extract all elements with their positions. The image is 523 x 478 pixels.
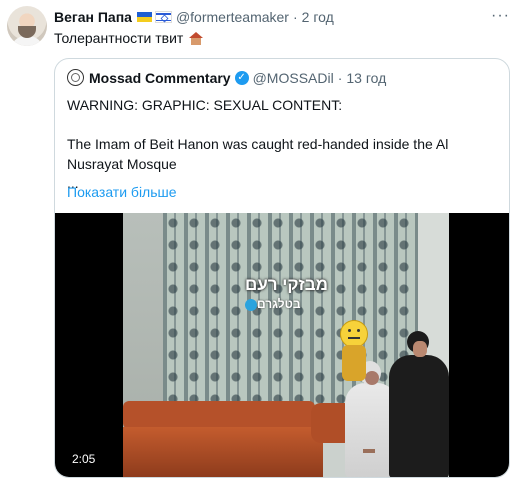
tweet-time[interactable]: 2 год [302, 9, 334, 25]
author-avatar[interactable] [7, 6, 47, 46]
quoted-line: WARNING: GRAPHIC: SEXUAL CONTENT: [67, 97, 343, 113]
separator: · [292, 9, 298, 25]
more-options-icon[interactable]: ··· [491, 7, 510, 25]
scene-sofa-seat [123, 427, 323, 477]
quoted-tweet-text: WARNING: GRAPHIC: SEXUAL CONTENT: The Im… [67, 96, 497, 194]
show-more-link[interactable]: Показати більше [67, 184, 177, 200]
watermark-subtext: בטלגרם [257, 297, 301, 311]
tweet-header: Веган Папа @formerteamaker · 2 год [54, 7, 509, 27]
video-watermark: מבזקי רעם בטלגרם [245, 275, 375, 381]
quoted-tweet[interactable]: Mossad Commentary ✓ @MOSSADil · 13 год W… [54, 58, 510, 478]
telegram-icon [245, 299, 257, 311]
smiley-mascot-body [342, 345, 366, 381]
author-name[interactable]: Веган Папа [54, 9, 132, 25]
house-emoji-icon [189, 31, 204, 45]
scene-object [363, 449, 375, 453]
ukraine-flag-icon [136, 12, 152, 22]
smiley-mascot-icon [340, 320, 368, 348]
separator: · [337, 69, 343, 86]
quoted-author-name[interactable]: Mossad Commentary [89, 70, 231, 86]
author-flags [136, 11, 172, 23]
author-handle[interactable]: @formerteamaker [176, 9, 289, 25]
video-player[interactable]: מבזקי רעם בטלגרם 2:05 [55, 213, 509, 477]
quoted-tweet-header: Mossad Commentary ✓ @MOSSADil · 13 год [67, 69, 386, 86]
mossad-logo-avatar[interactable] [67, 69, 84, 86]
watermark-text: מבזקי רעם [245, 275, 328, 294]
scene-sofa [123, 401, 315, 429]
verified-badge-icon: ✓ [234, 70, 249, 85]
quoted-tweet-time[interactable]: 13 год [346, 70, 386, 86]
video-duration-badge: 2:05 [67, 451, 101, 467]
israel-flag-icon [154, 11, 172, 23]
quoted-author-handle[interactable]: @MOSSADil [253, 70, 334, 86]
video-frame: מבזקי רעם בטלגרם [123, 213, 449, 477]
quoted-line: The Imam of Beit Hanon was caught red-ha… [67, 136, 449, 172]
scene-person [385, 331, 449, 477]
tweet-text-row: Толерантности твит [54, 30, 204, 46]
tweet-text: Толерантности твит [54, 30, 184, 46]
